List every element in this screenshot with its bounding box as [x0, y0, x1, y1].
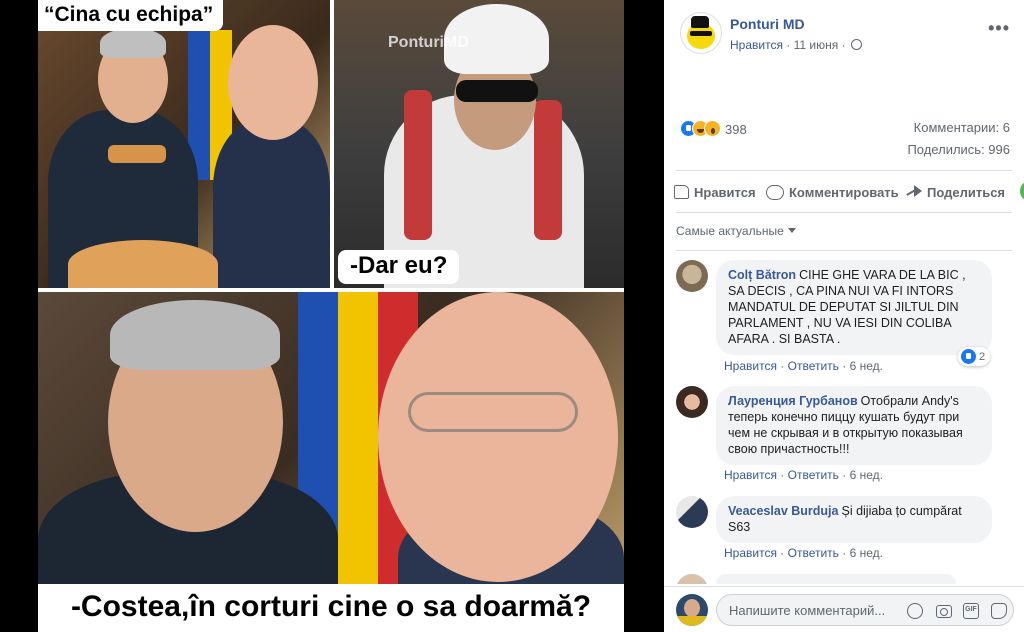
comment-sort-dropdown[interactable]: Самые актуальные	[676, 224, 796, 238]
caption-middle: -Dar eu?	[338, 250, 460, 284]
backpack-strap-right	[534, 100, 562, 240]
comment-meta: Нравится · Ответить · 6 нед.	[724, 359, 883, 373]
comment-author[interactable]: Colț Bătron	[728, 268, 796, 282]
thumbs-up-icon	[674, 185, 689, 199]
divider	[676, 170, 1012, 171]
photo-panel-man-cap	[334, 0, 624, 288]
pizza	[68, 240, 218, 288]
comment-meta: Нравится · Ответить · 6 нед.	[724, 546, 883, 560]
post-image[interactable]: PonturiMD “Cina cu echipa” -Dar eu? -Cos…	[38, 0, 624, 632]
post-date[interactable]: 11 июня	[794, 38, 839, 52]
glasses-icon	[690, 31, 712, 36]
post-stats: 398 Комментарии: 6 Поделились: 996	[680, 118, 1010, 162]
photo-panel-dinner	[38, 0, 330, 288]
comment-reply-link[interactable]: Ответить	[788, 359, 839, 373]
person-right-face	[378, 292, 618, 582]
current-user-avatar	[676, 594, 708, 626]
page-avatar[interactable]	[680, 12, 722, 54]
comment-meta: Нравится · Ответить · 6 нед.	[724, 468, 883, 482]
post-sidebar: Ponturi MD Нравится · 11 июня · ••• 398 …	[664, 0, 1024, 632]
share-icon	[906, 185, 922, 199]
divider	[664, 586, 1024, 587]
commenter-avatar[interactable]	[676, 574, 708, 584]
post-header: Ponturi MD Нравится · 11 июня · •••	[680, 12, 1010, 62]
comment-input[interactable]: Напишите комментарий... GIF	[716, 594, 1014, 626]
person-right-face	[228, 25, 318, 140]
caption-top: “Cina cu echipa”	[38, 0, 224, 31]
share-button[interactable]: Поделиться	[906, 178, 1005, 206]
more-options-icon[interactable]: •••	[988, 18, 1010, 39]
comment-like-link[interactable]: Нравится	[724, 359, 777, 373]
person-left-hair	[100, 28, 166, 58]
divider	[676, 250, 1012, 251]
caret-down-icon	[787, 228, 796, 233]
share-button-label: Поделиться	[927, 184, 1006, 200]
user-shirt	[676, 616, 708, 626]
globe-icon	[850, 39, 862, 50]
comment-button[interactable]: Комментировать	[766, 178, 899, 206]
comment-reply-link[interactable]: Ответить	[788, 468, 839, 482]
comment-icon	[766, 184, 784, 200]
camera-icon[interactable]	[936, 605, 952, 618]
shares-count[interactable]: Поделились: 996	[907, 142, 1010, 157]
eyeglasses	[408, 392, 578, 432]
comments-count[interactable]: Комментарии: 6	[914, 120, 1010, 135]
commenter-avatar[interactable]	[676, 496, 708, 528]
page-like-link[interactable]: Нравится	[730, 38, 783, 52]
comment-item: Veaceslav Burduja Și dijiaba țo cumpărat …	[676, 496, 1006, 566]
comment-bubble: Colț Bătron CIHE GHE VARA DE LA BIC , SA …	[716, 260, 992, 355]
like-button[interactable]: Нравится	[674, 178, 756, 206]
post-actions: Нравится Комментировать Поделиться	[674, 178, 1024, 206]
like-button-label: Нравится	[694, 184, 756, 200]
commenter-avatar[interactable]	[676, 386, 708, 418]
comment-author[interactable]: Veaceslav Burduja	[728, 504, 838, 518]
comment-like-link[interactable]: Нравится	[724, 546, 777, 560]
comment-time[interactable]: 6 нед.	[850, 359, 883, 373]
comment-author[interactable]: Лауренция Гурбанов	[728, 394, 858, 408]
comment-reply-link[interactable]: Ответить	[788, 546, 839, 560]
comment-bubble: Veaceslav Burduja Și dijiaba țo cumpărat …	[716, 496, 992, 543]
comment-composer: Напишите комментарий... GIF	[664, 588, 1024, 632]
user-face	[684, 599, 700, 617]
commenter-avatar[interactable]	[676, 260, 708, 292]
gif-icon[interactable]: GIF	[963, 603, 979, 619]
comment-item-partial	[676, 572, 1006, 584]
like-reaction-icon	[961, 349, 976, 364]
photo-viewer: PonturiMD “Cina cu echipa” -Dar eu? -Cos…	[0, 0, 664, 632]
messenger-icon[interactable]	[1020, 182, 1024, 200]
sort-label: Самые актуальные	[676, 224, 784, 238]
comment-bubble	[716, 574, 956, 584]
divider	[676, 212, 1012, 213]
comment-input-placeholder: Напишите комментарий...	[729, 603, 886, 618]
post-meta: Нравится · 11 июня ·	[730, 38, 862, 52]
comment-item: Лауренция Гурбанов Отобрали Andy's теперь…	[676, 386, 1006, 486]
comment-item: Colț Bătron CIHE GHE VARA DE LA BIC , SA …	[676, 260, 1006, 375]
meta-dot: ·	[841, 38, 849, 52]
comment-reaction-count: 2	[979, 350, 986, 363]
backpack-strap-left	[404, 90, 432, 240]
comment-reactions[interactable]: 2	[958, 347, 991, 366]
comment-time[interactable]: 6 нед.	[850, 546, 883, 560]
pizza-slice	[108, 145, 166, 163]
hat-icon	[691, 16, 709, 28]
comment-button-label: Комментировать	[789, 184, 899, 200]
comment-bubble: Лауренция Гурбанов Отобрали Andy's теперь…	[716, 386, 992, 465]
meta-dot: ·	[786, 38, 794, 52]
reactions-count: 398	[725, 122, 747, 137]
sunglasses	[456, 80, 538, 102]
photo-panel-selfie	[38, 292, 624, 632]
caption-bottom: -Costea,în corturi cine o sa doarmă?	[38, 584, 624, 632]
watermark-text: PonturiMD	[388, 34, 469, 51]
person-right-suit	[213, 120, 330, 288]
person-left-hair	[110, 300, 280, 370]
sticker-icon[interactable]	[991, 603, 1007, 619]
emoji-icon[interactable]	[907, 603, 923, 619]
page-name[interactable]: Ponturi MD	[730, 16, 805, 32]
flag-yellow-stripe	[338, 292, 378, 592]
comment-time[interactable]: 6 нед.	[850, 468, 883, 482]
comment-like-link[interactable]: Нравится	[724, 468, 777, 482]
wow-reaction-icon	[704, 120, 721, 137]
